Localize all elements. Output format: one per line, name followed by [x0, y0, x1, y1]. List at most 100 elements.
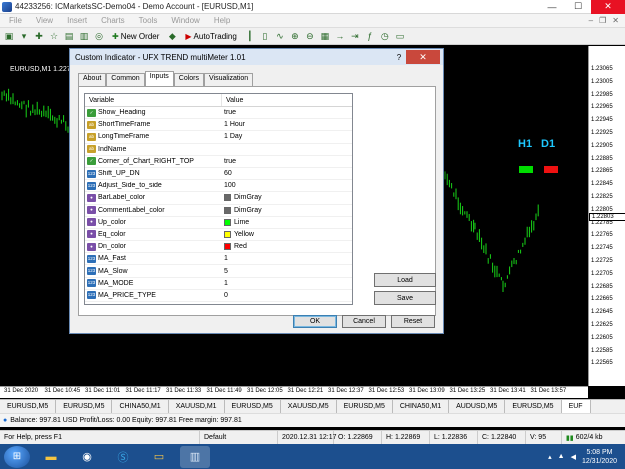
periods-icon[interactable]: ◷ [379, 30, 391, 42]
load-button[interactable]: Load [374, 273, 436, 287]
network-icon[interactable]: ▲ [558, 453, 565, 460]
indicators-icon[interactable]: ƒ [364, 30, 376, 42]
input-row[interactable]: 123 MA_Fast 1 [85, 253, 352, 266]
input-row[interactable]: ✓ Show_Heading true [85, 107, 352, 120]
explorer-taskbar-icon[interactable]: ▬ [36, 446, 66, 468]
tab-inputs[interactable]: Inputs [144, 71, 174, 87]
chart-shift-icon[interactable]: ⇥ [349, 30, 361, 42]
tab-visualization[interactable]: Visualization [204, 73, 254, 86]
dialog-close-button[interactable]: ✕ [406, 50, 440, 64]
symbol-tab[interactable]: EURUSD,M5 [505, 399, 562, 414]
bar-chart-icon[interactable]: ┃ [244, 30, 256, 42]
menu-item-view[interactable]: View [29, 16, 60, 25]
input-value[interactable]: 5 [222, 268, 228, 275]
cancel-button[interactable]: Cancel [342, 315, 386, 328]
menu-item-insert[interactable]: Insert [60, 16, 94, 25]
input-value[interactable]: 1 Hour [222, 121, 245, 128]
symbol-tab[interactable]: EURUSD,M5 [0, 399, 57, 414]
symbol-tab[interactable]: CHINA50,M1 [112, 399, 169, 414]
clock[interactable]: 5:08 PM 12/31/2020 [582, 448, 617, 466]
tab-about[interactable]: About [78, 73, 107, 86]
column-variable[interactable]: Variable [85, 94, 222, 106]
close-button[interactable]: ✕ [591, 0, 625, 14]
zoom-in-icon[interactable]: ⊕ [289, 30, 301, 42]
input-value[interactable]: 60 [222, 170, 232, 177]
input-row[interactable]: ● BarLabel_color DimGray [85, 192, 352, 205]
strategy-tester-icon[interactable]: ◎ [93, 30, 105, 42]
candlestick-icon[interactable]: ▯ [259, 30, 271, 42]
input-value[interactable]: true [222, 158, 236, 165]
tab-colors[interactable]: Colors [173, 73, 205, 86]
input-row[interactable]: ab IndName [85, 144, 352, 156]
menu-item-file[interactable]: File [2, 16, 29, 25]
crosshair-icon[interactable]: ✚ [33, 30, 45, 42]
input-row[interactable]: 123 MA_Slow 5 [85, 265, 352, 278]
maximize-button[interactable]: ☐ [565, 0, 591, 14]
autotrading-button[interactable]: ▶ AutoTrading [181, 29, 240, 43]
save-button[interactable]: Save [374, 291, 436, 305]
input-row[interactable]: ● Eq_color Yellow [85, 229, 352, 242]
chrome-taskbar-icon[interactable]: ◉ [72, 446, 102, 468]
input-value[interactable]: DimGray [222, 194, 262, 202]
navigator-icon[interactable]: ☆ [48, 30, 60, 42]
menu-item-charts[interactable]: Charts [94, 16, 132, 25]
input-row[interactable]: ab LongTimeFrame 1 Day [85, 131, 352, 144]
menu-item-tools[interactable]: Tools [132, 16, 165, 25]
menu-item-window[interactable]: Window [164, 16, 206, 25]
input-row[interactable]: ● Up_color Lime [85, 217, 352, 229]
terminal-icon[interactable]: ▥ [78, 30, 90, 42]
input-row[interactable]: 123 MA_PRICE_TYPE 0 [85, 290, 352, 302]
input-value[interactable]: DimGray [222, 206, 262, 214]
symbol-tab[interactable]: EURUSD,M5 [56, 399, 113, 414]
new-chart-icon[interactable]: ▣ [3, 30, 15, 42]
input-row[interactable]: ● Dn_color Red [85, 241, 352, 254]
tile-windows-icon[interactable]: ▦ [319, 30, 331, 42]
input-value[interactable]: Lime [222, 218, 249, 226]
input-row[interactable]: ✓ Corner_of_Chart_RIGHT_TOP true [85, 156, 352, 168]
input-value[interactable]: Red [222, 243, 247, 251]
line-chart-icon[interactable]: ∿ [274, 30, 286, 42]
doc-minimize-button[interactable]: – [589, 16, 593, 25]
data-window-icon[interactable]: ▤ [63, 30, 75, 42]
input-value[interactable]: 1 [222, 255, 228, 262]
new-order-button[interactable]: ✚ New Order [108, 29, 163, 43]
zoom-out-icon[interactable]: ⊖ [304, 30, 316, 42]
input-row[interactable]: 123 MA_MODE 1 [85, 278, 352, 290]
symbol-tab[interactable]: CHINA50,M1 [393, 399, 450, 414]
symbol-tab[interactable]: EURUSD,M5 [337, 399, 393, 414]
symbol-tab[interactable]: XAUUSD,M5 [281, 399, 337, 414]
menu-item-help[interactable]: Help [207, 16, 237, 25]
folder-taskbar-icon[interactable]: ▭ [144, 446, 174, 468]
symbol-tab[interactable]: XAUUSD,M1 [169, 399, 225, 414]
input-value[interactable]: 1 [222, 280, 228, 287]
doc-restore-button[interactable]: ❐ [599, 16, 606, 25]
doc-close-button[interactable]: ✕ [612, 16, 619, 25]
dialog-help-button[interactable]: ? [392, 53, 406, 62]
symbol-tab[interactable]: EURUSD,M5 [225, 399, 281, 414]
minimize-button[interactable]: — [539, 0, 565, 14]
autoscroll-icon[interactable]: → [334, 30, 346, 42]
tray-arrow-icon[interactable]: ▴ [548, 453, 552, 461]
profiles-icon[interactable]: ▾ [18, 30, 30, 42]
meta-editor-icon[interactable]: ◆ [166, 30, 178, 42]
ok-button[interactable]: OK [293, 315, 337, 328]
symbol-tab[interactable]: AUDUSD,M5 [449, 399, 506, 414]
column-value[interactable]: Value [222, 94, 243, 106]
input-value[interactable]: true [222, 109, 236, 116]
input-value[interactable]: 100 [222, 182, 236, 189]
input-value[interactable]: Yellow [222, 230, 254, 238]
input-value[interactable]: 1 Day [222, 133, 242, 140]
metatrader-taskbar-icon[interactable]: ▥ [180, 445, 210, 468]
input-row[interactable]: 123 Adjust_Side_to_side 100 [85, 180, 352, 193]
symbol-tab[interactable]: EUF [561, 399, 591, 414]
input-row[interactable]: 123 Shift_UP_DN 60 [85, 168, 352, 181]
tab-common[interactable]: Common [106, 73, 145, 86]
start-button[interactable]: ⊞ [4, 445, 30, 468]
input-row[interactable]: ab ShortTimeFrame 1 Hour [85, 119, 352, 132]
input-value[interactable]: 0 [222, 292, 228, 299]
reset-button[interactable]: Reset [391, 315, 435, 328]
templates-icon[interactable]: ▭ [394, 30, 406, 42]
volume-icon[interactable]: ◀ [571, 453, 576, 461]
input-row[interactable]: ● CommentLabel_color DimGray [85, 205, 352, 217]
skype-taskbar-icon[interactable]: Ⓢ [108, 446, 138, 468]
